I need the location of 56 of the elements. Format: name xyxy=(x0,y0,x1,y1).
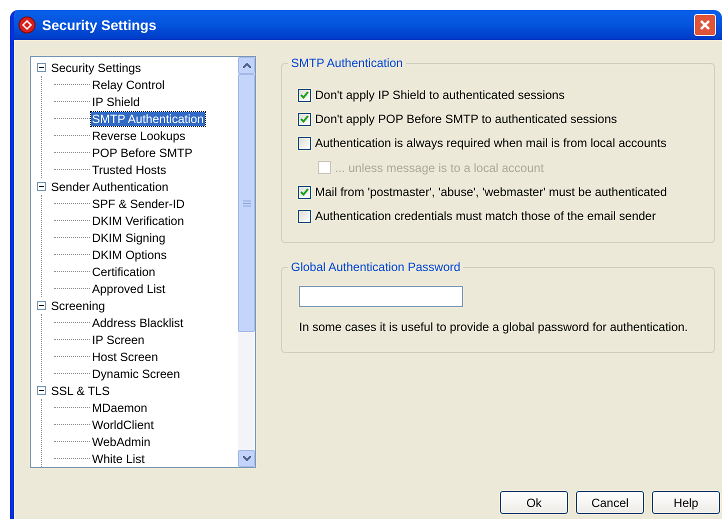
tree-item[interactable]: Dynamic Screen xyxy=(91,366,182,380)
grip-icon xyxy=(242,200,250,206)
check-icon xyxy=(300,91,309,99)
dialog-button[interactable]: Help xyxy=(652,491,720,514)
checkbox-label: Mail from 'postmaster', 'abuse', 'webmaster' must be authenticated xyxy=(315,184,667,201)
tree-item[interactable]: WebAdmin xyxy=(91,434,152,448)
tree-item[interactable]: IP Shield xyxy=(91,94,141,108)
tree-item[interactable]: SSL & TLS xyxy=(50,384,111,398)
tree-item[interactable]: Sender Authentication xyxy=(50,180,170,194)
checkbox-label: Don't apply POP Before SMTP to authenticated sessions xyxy=(315,111,618,128)
tree-item[interactable]: Screening xyxy=(50,298,106,312)
collapse-toggle[interactable] xyxy=(37,182,46,191)
tree-item[interactable]: Relay Control xyxy=(91,78,166,92)
dialog-button[interactable]: Ok xyxy=(500,491,568,514)
checkbox[interactable] xyxy=(298,88,311,102)
checkbox[interactable] xyxy=(298,210,311,222)
checkbox[interactable] xyxy=(298,186,311,198)
tree-item[interactable]: POP Before SMTP xyxy=(91,146,194,160)
collapse-toggle[interactable] xyxy=(37,63,46,72)
password-field[interactable] xyxy=(299,286,463,307)
tree-item[interactable]: White List xyxy=(91,452,146,466)
shield-icon xyxy=(18,16,36,34)
tree-item[interactable]: Security Settings xyxy=(50,60,142,74)
checkbox-label: Authentication credentials must match those of the email sender xyxy=(315,208,656,225)
help-text: In some cases it is useful to provide a global password for authentication. xyxy=(299,319,688,336)
checkbox-label: Don't apply IP Shield to authenticated sessions xyxy=(315,87,565,104)
tree-item[interactable]: Address Blacklist xyxy=(91,316,184,330)
tree-item[interactable]: MDaemon xyxy=(91,400,148,414)
collapse-toggle[interactable] xyxy=(37,386,46,395)
scroll-down-button[interactable] xyxy=(238,450,255,467)
tree-item[interactable]: IP Screen xyxy=(91,332,146,346)
scroll-thumb[interactable] xyxy=(238,74,255,332)
window-title: Security Settings xyxy=(42,16,156,35)
collapse-toggle[interactable] xyxy=(37,301,46,310)
checkbox-label: ... unless message is to a local account xyxy=(335,160,544,176)
tree-item[interactable]: WorldClient xyxy=(91,418,155,432)
tree-item[interactable]: Trusted Hosts xyxy=(91,162,168,176)
tree-item[interactable]: Approved List xyxy=(91,282,166,296)
tree-item[interactable]: Certification xyxy=(91,264,156,278)
scroll-up-button[interactable] xyxy=(238,57,255,74)
tree-item[interactable]: SMTP Authentication xyxy=(91,112,205,126)
close-icon xyxy=(699,19,711,31)
checkbox[interactable] xyxy=(298,136,311,150)
dialog-button[interactable]: Cancel xyxy=(576,491,644,514)
close-button[interactable] xyxy=(694,14,716,36)
tree-item[interactable]: Host Screen xyxy=(91,350,160,364)
tree-item[interactable]: SPF & Sender-ID xyxy=(91,196,186,210)
checkbox-label: Authentication is always required when mail is from local accounts xyxy=(315,135,666,152)
check-icon xyxy=(300,115,309,123)
tree-item[interactable]: DKIM Verification xyxy=(91,214,186,228)
check-icon xyxy=(300,188,309,196)
tree-item[interactable]: DKIM Signing xyxy=(91,230,166,244)
tree-item[interactable]: Reverse Lookups xyxy=(91,128,186,142)
tree-item[interactable]: DKIM Options xyxy=(91,248,168,262)
scroll-bar[interactable] xyxy=(238,57,255,467)
checkbox[interactable] xyxy=(298,112,311,126)
